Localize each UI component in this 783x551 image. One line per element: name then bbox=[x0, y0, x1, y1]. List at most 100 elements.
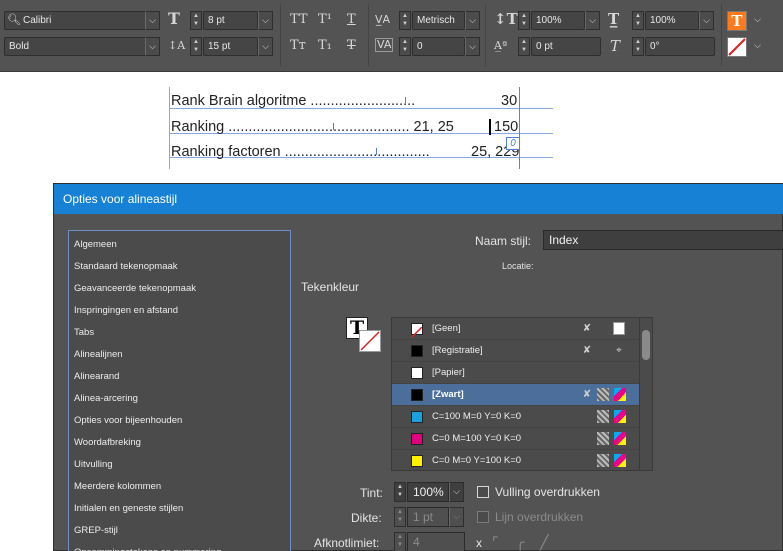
vertical-scale-icon: ↕T bbox=[494, 10, 518, 28]
nav-item[interactable]: Alinea-arcering bbox=[69, 388, 290, 410]
text-stroke-icon[interactable] bbox=[359, 330, 381, 352]
baseline-shift-icon: A̲ª bbox=[494, 39, 508, 52]
swatch-row[interactable]: C=0 M=100 Y=0 K=0 bbox=[392, 428, 652, 450]
font-family-field[interactable]: Calibri bbox=[4, 11, 146, 30]
miter-limit-stepper[interactable]: ▲ ▼ bbox=[394, 532, 406, 551]
weight-input[interactable]: 1 pt bbox=[407, 507, 449, 527]
weight-stepper[interactable]: ▲ ▼ bbox=[394, 507, 406, 527]
bevel-join-icon[interactable]: ╱ bbox=[540, 534, 548, 551]
font-size-dropdown[interactable]: ⌵ bbox=[258, 11, 273, 30]
nav-item[interactable]: Initialen en geneste stijlen bbox=[69, 498, 290, 520]
none-slash-icon bbox=[728, 38, 746, 56]
horizontal-scale-dropdown[interactable]: ⌵ bbox=[699, 11, 714, 30]
swatch-chip bbox=[411, 411, 423, 423]
font-size-field[interactable]: 8 pt bbox=[203, 11, 258, 30]
horizontal-scale-stepper[interactable]: ▲ ▼ bbox=[632, 11, 644, 30]
tracking-field[interactable]: 0 bbox=[412, 37, 465, 56]
horizontal-scale-field[interactable]: 100% bbox=[645, 11, 699, 30]
swatch-row[interactable]: [Registratie] ✘ ⌖ bbox=[392, 340, 652, 362]
vertical-scale-dropdown[interactable]: ⌵ bbox=[585, 11, 600, 30]
stroke-color-dropdown[interactable]: ⌵ bbox=[750, 37, 765, 56]
style-name-input[interactable]: Index bbox=[543, 230, 783, 250]
nav-item[interactable]: Opties voor bijeenhouden bbox=[69, 410, 290, 432]
tracking-stepper[interactable]: ▲ ▼ bbox=[399, 37, 411, 56]
cmyk-icon bbox=[614, 410, 626, 423]
fill-color-icon[interactable]: T bbox=[727, 11, 747, 31]
weight-dropdown[interactable]: ⌵ bbox=[449, 507, 464, 527]
overprint-stroke-label: Lijn overdrukken bbox=[495, 510, 584, 524]
nav-item[interactable]: Alinearand bbox=[69, 366, 290, 388]
overset-text-marker[interactable]: 0 bbox=[506, 137, 520, 150]
index-entry[interactable]: Ranking ................................… bbox=[171, 119, 454, 135]
nav-item[interactable]: Alinealijnen bbox=[69, 344, 290, 366]
swatch-scrollbar[interactable] bbox=[639, 318, 652, 470]
index-entry-text: Ranking ................................… bbox=[171, 119, 454, 135]
index-entry[interactable]: Rank Brain algoritme ...................… bbox=[171, 93, 415, 109]
miter-join-icon[interactable]: ⌜ bbox=[492, 534, 499, 551]
tint-dropdown[interactable]: ⌵ bbox=[449, 482, 464, 502]
miter-limit-value: 4 bbox=[413, 535, 420, 549]
registration-icon: ⌖ bbox=[616, 345, 622, 356]
skew-stepper[interactable]: ▲ ▼ bbox=[632, 37, 644, 56]
swatch-row[interactable]: C=0 M=0 Y=100 K=0 bbox=[392, 450, 652, 470]
kerning-dropdown[interactable]: ⌵ bbox=[465, 11, 480, 30]
font-style-field[interactable]: Bold bbox=[4, 37, 146, 56]
nav-item[interactable]: Geavanceerde tekenopmaak bbox=[69, 278, 290, 300]
all-caps-button[interactable]: TT bbox=[290, 12, 308, 28]
leading-stepper[interactable]: ▲ ▼ bbox=[190, 37, 202, 56]
tab-marker bbox=[376, 148, 377, 155]
superscript-button[interactable]: T¹ bbox=[318, 12, 332, 28]
skew-field[interactable]: 0° bbox=[645, 37, 715, 56]
tint-stepper[interactable]: ▲ ▼ bbox=[394, 482, 406, 502]
tint-input[interactable]: 100% bbox=[407, 482, 449, 502]
tab-marker bbox=[405, 97, 406, 104]
stroke-color-icon[interactable] bbox=[727, 37, 747, 57]
cmyk-icon bbox=[614, 432, 626, 445]
nav-item[interactable]: GREP-stijl bbox=[69, 520, 290, 542]
swatch-row-selected[interactable]: [Zwart] ✘ bbox=[392, 384, 652, 406]
strikethrough-button[interactable]: T bbox=[347, 38, 356, 54]
fill-color-dropdown[interactable]: ⌵ bbox=[750, 11, 765, 30]
subscript-button[interactable]: T₁ bbox=[318, 38, 332, 54]
miter-limit-label: Afknotlimiet: bbox=[314, 536, 380, 550]
leading-field[interactable]: 15 pt bbox=[203, 37, 258, 56]
index-entry[interactable]: Ranking factoren .......................… bbox=[171, 144, 430, 160]
nav-item[interactable]: Meerdere kolommen bbox=[69, 476, 290, 498]
small-caps-button[interactable]: Tт bbox=[290, 38, 306, 54]
text-cursor bbox=[489, 119, 491, 135]
vertical-scale-field[interactable]: 100% bbox=[531, 11, 585, 30]
control-bar: Calibri 🔍︎ ⌵ Bold ⌵ 𝐓 ▲ ▼ 8 pt ⌵ ↕A ▲ ▼ 15… bbox=[0, 0, 783, 72]
swatch-row[interactable]: C=100 M=0 Y=0 K=0 bbox=[392, 406, 652, 428]
dialog-title: Opties voor alineastijl bbox=[54, 184, 783, 214]
baseline-shift-field[interactable]: 0 pt bbox=[531, 37, 601, 56]
baseline-shift-stepper[interactable]: ▲ ▼ bbox=[518, 37, 530, 56]
underline-button[interactable]: T bbox=[347, 12, 356, 28]
tracking-dropdown[interactable]: ⌵ bbox=[465, 37, 480, 56]
vertical-scale-value: 100% bbox=[536, 15, 562, 26]
swatch-row[interactable]: [Papier] bbox=[392, 362, 652, 384]
swatch-row[interactable]: [Geen] ✘ bbox=[392, 318, 652, 340]
kerning-field[interactable]: Metrisch bbox=[412, 11, 465, 30]
separator bbox=[280, 4, 281, 66]
nav-item[interactable]: Algemeen bbox=[69, 234, 290, 256]
skew-icon: T bbox=[610, 37, 621, 55]
nav-item[interactable]: Woordafbreking bbox=[69, 432, 290, 454]
leading-dropdown[interactable]: ⌵ bbox=[258, 37, 273, 56]
nav-item[interactable]: Standaard tekenopmaak bbox=[69, 256, 290, 278]
scrollbar-thumb[interactable] bbox=[642, 330, 650, 360]
swatch-name: [Registratie] bbox=[432, 345, 483, 356]
cmyk-icon bbox=[614, 388, 626, 401]
nav-item[interactable]: Opsommingstekens en nummering bbox=[69, 542, 290, 551]
nav-item[interactable]: Tabs bbox=[69, 322, 290, 344]
vertical-scale-stepper[interactable]: ▲ ▼ bbox=[518, 11, 530, 30]
nav-item[interactable]: Inspringingen en afstand bbox=[69, 300, 290, 322]
kerning-stepper[interactable]: ▲ ▼ bbox=[399, 11, 411, 30]
overprint-stroke-checkbox[interactable] bbox=[477, 511, 489, 523]
font-family-dropdown[interactable]: ⌵ bbox=[145, 11, 160, 30]
miter-limit-input[interactable]: 4 bbox=[407, 532, 465, 551]
overprint-fill-checkbox[interactable] bbox=[477, 486, 489, 498]
font-size-stepper[interactable]: ▲ ▼ bbox=[190, 11, 202, 30]
round-join-icon[interactable]: ╭ bbox=[516, 534, 524, 551]
nav-item[interactable]: Uitvulling bbox=[69, 454, 290, 476]
font-style-dropdown[interactable]: ⌵ bbox=[145, 37, 160, 56]
